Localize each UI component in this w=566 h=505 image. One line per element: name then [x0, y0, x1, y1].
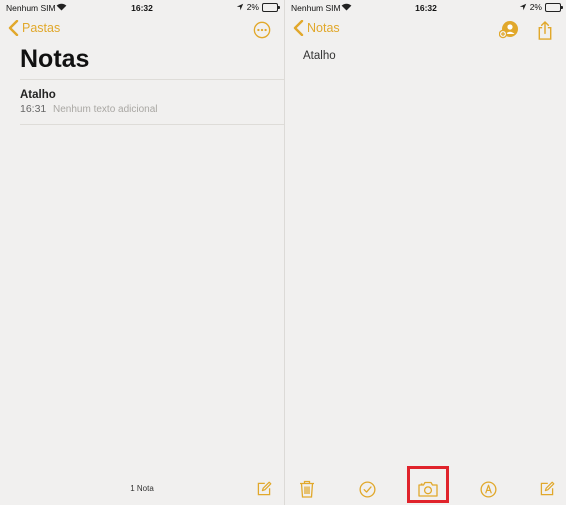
- page-title: Notas: [20, 45, 90, 73]
- location-icon: [236, 3, 243, 11]
- markup-button[interactable]: [478, 479, 498, 499]
- note-list-item[interactable]: Atalho 16:31 Nenhum texto adicional: [20, 87, 284, 124]
- note-body-text[interactable]: Atalho: [303, 50, 336, 62]
- note-title: Atalho: [20, 89, 56, 101]
- compose-button[interactable]: [537, 479, 557, 499]
- chevron-left-icon: [293, 20, 304, 36]
- back-button-notas[interactable]: Notas: [293, 20, 340, 36]
- battery-percent: 2%: [246, 2, 259, 12]
- notes-list-pane: Nenhum SIM 16:32 2% Pastas Notas Atalho …: [0, 0, 284, 505]
- status-bar: Nenhum SIM 16:32 2%: [0, 0, 284, 16]
- nav-bar: Pastas: [0, 16, 284, 44]
- nav-bar: Notas: [285, 16, 566, 44]
- share-button[interactable]: [535, 19, 555, 41]
- markup-icon: [479, 480, 497, 498]
- more-button[interactable]: [252, 20, 272, 40]
- delete-button[interactable]: [297, 479, 317, 499]
- ellipsis-circle-icon: [253, 21, 271, 39]
- wifi-icon: [56, 3, 67, 11]
- note-time: 16:31: [20, 103, 47, 115]
- compose-icon: [540, 481, 555, 496]
- compose-button[interactable]: [254, 479, 274, 499]
- checklist-icon: [358, 480, 376, 498]
- status-bar: Nenhum SIM 16:32 2%: [285, 0, 566, 16]
- wifi-icon: [341, 3, 352, 11]
- location-icon: [519, 3, 526, 11]
- back-button-pastas[interactable]: Pastas: [8, 20, 60, 36]
- note-snippet: Nenhum texto adicional: [53, 104, 158, 115]
- battery-icon: [262, 2, 280, 12]
- camera-highlight-box: [407, 466, 449, 503]
- checklist-button[interactable]: [357, 479, 377, 499]
- back-label: Notas: [307, 21, 340, 35]
- compose-icon: [257, 481, 272, 496]
- divider: [20, 79, 284, 80]
- add-person-icon: [499, 21, 518, 39]
- battery-percent: 2%: [529, 2, 542, 12]
- note-detail-pane: Nenhum SIM 16:32 2% Notas Atalho: [284, 0, 566, 505]
- back-label: Pastas: [22, 21, 61, 35]
- trash-icon: [300, 480, 314, 498]
- divider: [20, 124, 284, 125]
- share-icon: [538, 20, 552, 40]
- collaborate-button[interactable]: [498, 19, 520, 41]
- note-count: 1 Nota: [130, 484, 154, 493]
- battery-icon: [545, 2, 563, 12]
- chevron-left-icon: [8, 20, 19, 36]
